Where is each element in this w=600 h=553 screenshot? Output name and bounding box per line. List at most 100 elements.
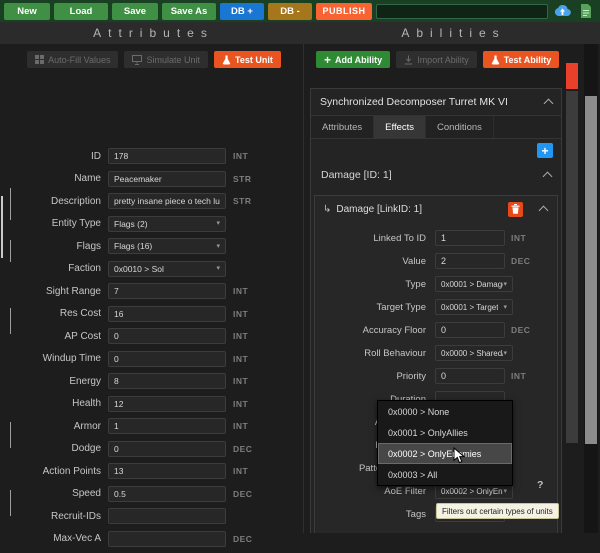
scroll-indicator-tick	[10, 308, 11, 334]
import-ability-button[interactable]: Import Ability	[396, 51, 477, 68]
collapse-chevron-icon[interactable]	[544, 99, 554, 109]
ability-tab[interactable]: Attributes	[311, 116, 374, 138]
field-value-input[interactable]: 8	[108, 373, 226, 389]
add-ability-label: Add Ability	[335, 55, 382, 65]
plus-icon: +	[324, 54, 331, 66]
db-add-button[interactable]: DB +	[220, 3, 264, 20]
field-value-input[interactable]: 0	[108, 351, 226, 367]
tab-label: Conditions	[437, 122, 482, 133]
field-value: 0x0001 > Target	[441, 303, 498, 312]
monitor-icon	[132, 55, 142, 65]
ability-tab[interactable]: Effects	[374, 116, 426, 138]
field-label: Target Type	[315, 302, 433, 313]
field-type-badge: INT	[505, 233, 531, 243]
simulate-unit-button[interactable]: Simulate Unit	[124, 51, 208, 68]
field-value-input[interactable]: 16	[108, 306, 226, 322]
test-unit-label: Test Unit	[235, 55, 273, 65]
field-value-input[interactable]: pretty insane piece o tech lul	[108, 193, 226, 209]
field-value-input[interactable]: 0	[435, 322, 505, 338]
field-value-input[interactable]: 12	[108, 396, 226, 412]
publish-button[interactable]: PUBLISH	[316, 3, 372, 20]
field-value-input[interactable]: Flags (2)	[108, 216, 226, 232]
field-label: ID	[0, 151, 108, 162]
red-scroll-marker[interactable]	[566, 63, 578, 89]
dropdown-option[interactable]: 0x0000 > None	[378, 401, 512, 422]
delete-link-button[interactable]	[508, 202, 523, 217]
field-value-input[interactable]: 0x0010 > Sol	[108, 261, 226, 277]
ability-tab[interactable]: Conditions	[426, 116, 494, 138]
field-label: Name	[0, 173, 108, 184]
collapse-chevron-icon[interactable]	[543, 172, 553, 182]
field-tooltip: Filters out certain types of units	[436, 503, 559, 519]
attribute-field-row: Windup Time 0 INT	[0, 351, 300, 367]
dropdown-option[interactable]: 0x0003 > All	[378, 464, 512, 485]
field-value-input[interactable]: 0	[435, 368, 505, 384]
page-scrollbar-thumb[interactable]	[585, 96, 597, 444]
field-value: 7	[114, 286, 119, 296]
download-icon	[404, 55, 413, 65]
auto-fill-button[interactable]: Auto-Fill Values	[27, 51, 118, 68]
field-value-input[interactable]: 2	[435, 253, 505, 269]
aoe-filter-help-icon[interactable]: ?	[537, 479, 543, 491]
field-value-input[interactable]: 13	[108, 463, 226, 479]
cloud-upload-icon	[554, 5, 571, 17]
field-value-input[interactable]: 0x0000 > Shared/Normal	[435, 345, 513, 361]
link-arrow-icon: ↳	[323, 204, 331, 215]
field-value-input[interactable]: Peacemaker	[108, 171, 226, 187]
field-type-badge: DEC	[226, 444, 260, 454]
collapse-chevron-icon[interactable]	[539, 206, 549, 216]
field-type-badge: INT	[226, 354, 260, 364]
new-button[interactable]: New	[4, 3, 50, 20]
dropdown-option[interactable]: 0x0002 > OnlyEnemies	[378, 443, 512, 464]
field-value-input[interactable]: 0x0001 > Target	[435, 299, 513, 315]
grid-icon	[35, 55, 44, 64]
field-value-input[interactable]: Flags (16)	[108, 238, 226, 254]
field-label: Accuracy Floor	[315, 325, 433, 336]
field-type-badge: INT	[226, 466, 260, 476]
field-value-input[interactable]: 0	[108, 441, 226, 457]
field-value-input[interactable]: 1	[435, 230, 505, 246]
export-file-button[interactable]	[576, 3, 596, 20]
effect-field-row: Target Type 0x0001 > Target	[315, 299, 557, 315]
field-value: 1	[114, 421, 119, 431]
field-value-input[interactable]: 0.5	[108, 486, 226, 502]
cloud-upload-button[interactable]	[552, 3, 572, 20]
field-value: 13	[114, 466, 123, 476]
field-value-input[interactable]: 1	[108, 418, 226, 434]
field-value-input[interactable]: 178	[108, 148, 226, 164]
field-label: Tags	[315, 509, 433, 520]
effect-field-row: Linked To ID 1 INT	[315, 230, 557, 246]
field-type-badge: INT	[226, 331, 260, 341]
attribute-field-row: Energy 8 INT	[0, 373, 300, 389]
attribute-field-row: Description pretty insane piece o tech l…	[0, 193, 300, 209]
add-effect-button[interactable]: +	[537, 143, 553, 158]
test-unit-button[interactable]: Test Unit	[214, 51, 281, 68]
panel-divider	[303, 44, 304, 533]
dropdown-option[interactable]: 0x0001 > OnlyAllies	[378, 422, 512, 443]
field-value-input[interactable]	[108, 508, 226, 524]
add-ability-button[interactable]: + Add Ability	[316, 51, 390, 68]
field-type-badge: INT	[505, 371, 531, 381]
db-remove-button[interactable]: DB -	[268, 3, 312, 20]
save-button[interactable]: Save	[112, 3, 158, 20]
field-type-badge: DEC	[226, 489, 260, 499]
dropdown-option-label: 0x0002 > OnlyEnemies	[388, 449, 481, 459]
load-button[interactable]: Load	[54, 3, 108, 20]
ability-scrollbar-thumb[interactable]	[566, 91, 578, 443]
save-as-button[interactable]: Save As	[162, 3, 216, 20]
link-title: Damage [LinkID: 1]	[336, 204, 422, 215]
simulate-unit-label: Simulate Unit	[146, 55, 200, 65]
field-value: 16	[114, 309, 123, 319]
field-label: Windup Time	[0, 353, 108, 364]
field-value-input[interactable]: 0x0001 > Damage	[435, 276, 513, 292]
field-value: 1	[441, 233, 446, 243]
test-ability-button[interactable]: Test Ability	[483, 51, 560, 68]
attributes-toolbar: Auto-Fill Values Simulate Unit Test Unit	[20, 51, 288, 68]
field-value-input[interactable]: 0	[108, 328, 226, 344]
field-value: pretty insane piece o tech lul	[114, 196, 220, 206]
field-value-input[interactable]: 7	[108, 283, 226, 299]
ability-card-header: Synchronized Decomposer Turret MK VI	[311, 89, 561, 115]
tab-label: Effects	[385, 122, 414, 133]
db-name-input[interactable]	[376, 4, 548, 19]
attributes-form: ID 178 INT Name Peacemaker STR Descripti…	[0, 148, 300, 553]
